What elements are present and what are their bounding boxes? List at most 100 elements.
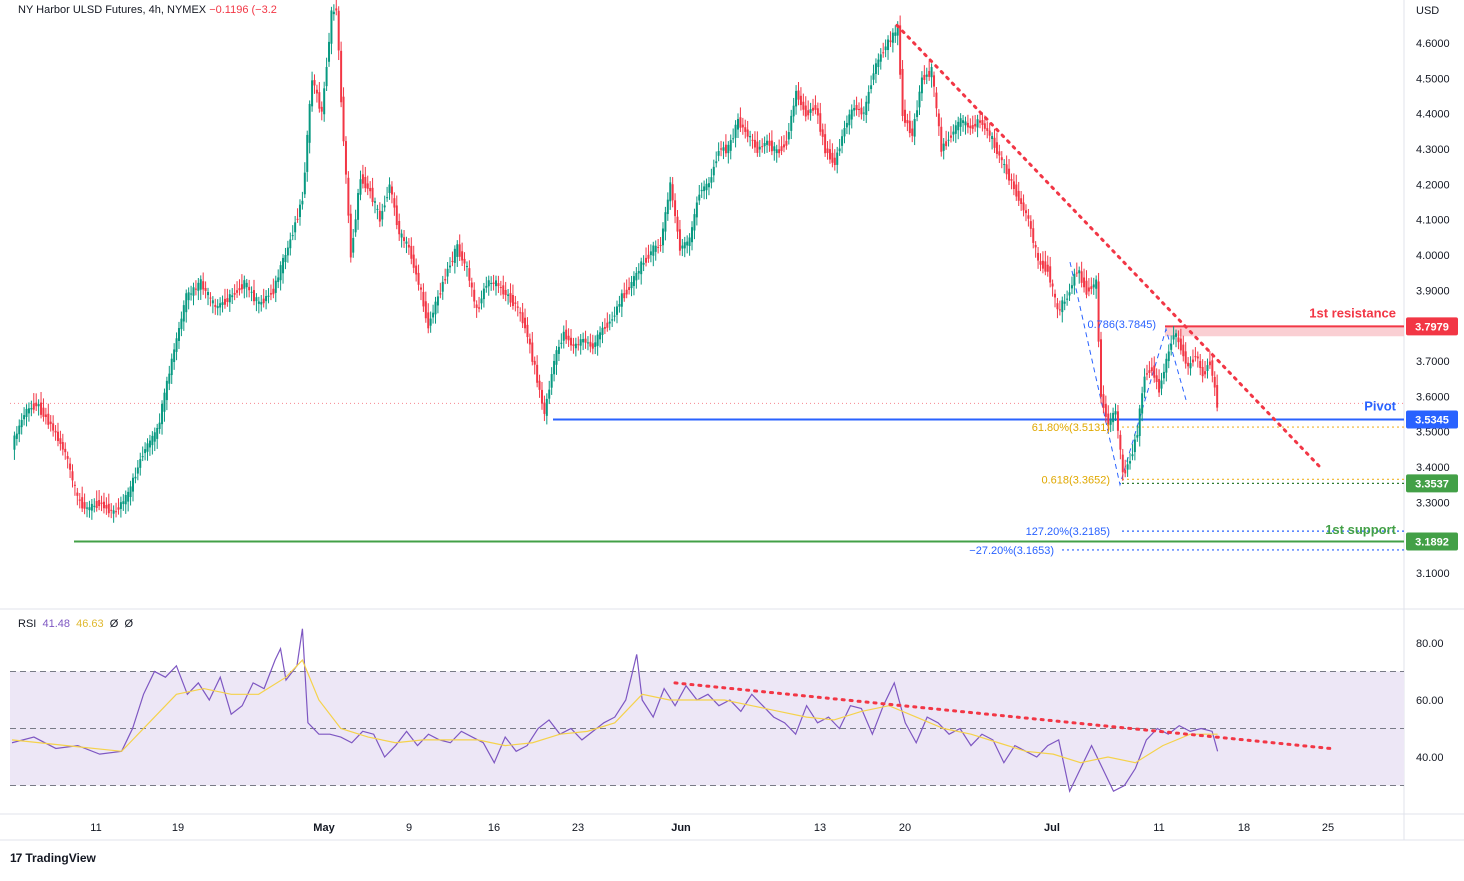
candle-body bbox=[412, 254, 415, 268]
candle-body bbox=[54, 430, 57, 433]
candle-body bbox=[732, 138, 735, 140]
candle-body bbox=[870, 85, 873, 90]
candle-body bbox=[393, 198, 396, 208]
candle-body bbox=[25, 408, 28, 417]
candle-body bbox=[628, 287, 631, 290]
tradingview-mark-icon: 17 bbox=[10, 851, 22, 865]
candle-body bbox=[371, 187, 374, 203]
interval[interactable]: 4h bbox=[149, 4, 161, 16]
candle-body bbox=[676, 216, 679, 232]
candle-body bbox=[294, 222, 297, 233]
candle-body bbox=[1216, 385, 1219, 408]
candle-body bbox=[756, 141, 759, 153]
candle-body bbox=[1020, 198, 1023, 204]
candle-body bbox=[739, 117, 742, 128]
candle-body bbox=[1066, 298, 1069, 300]
candle-body bbox=[1012, 181, 1015, 190]
candle-body bbox=[173, 349, 176, 362]
candle-body bbox=[589, 341, 592, 347]
rsi-label[interactable]: RSI bbox=[18, 618, 36, 630]
candle-body bbox=[490, 282, 493, 284]
candle-body bbox=[758, 146, 761, 150]
price-tick-label: 4.2000 bbox=[1416, 179, 1450, 191]
candle-body bbox=[1005, 164, 1008, 175]
rsi-empty-2: Ø bbox=[124, 618, 134, 630]
candle-body bbox=[1090, 286, 1093, 290]
chart-canvas[interactable]: USD 4.6000 4.5000 4.4000 4.3000 4.2000 4.1000 4… bbox=[0, 0, 1464, 876]
candle-body bbox=[1104, 404, 1107, 417]
candle-body bbox=[1022, 202, 1025, 211]
chart-svg[interactable]: USD 4.6000 4.5000 4.4000 4.3000 4.2000 4.1000 4… bbox=[0, 0, 1464, 876]
candle-body bbox=[441, 281, 444, 292]
candle-body bbox=[826, 148, 829, 154]
candle-body bbox=[161, 403, 164, 425]
candle-body bbox=[1189, 363, 1192, 369]
candle-body bbox=[415, 265, 418, 275]
candle-body bbox=[550, 374, 553, 388]
candle-body bbox=[197, 282, 200, 291]
candle-body bbox=[61, 442, 64, 450]
candle-body bbox=[44, 414, 47, 418]
candle-body bbox=[526, 324, 529, 338]
candle-body bbox=[134, 476, 137, 479]
candle-body bbox=[993, 137, 996, 148]
candle-body bbox=[190, 293, 193, 295]
chart-header: NY Harbor ULSD Futures, 4h, NYMEX −0.119… bbox=[18, 4, 277, 16]
candle-body bbox=[136, 467, 139, 474]
candle-body bbox=[1083, 277, 1086, 288]
candle-body bbox=[468, 268, 471, 281]
candle-body bbox=[1000, 157, 1003, 161]
candle-body bbox=[891, 32, 894, 43]
candle-body bbox=[446, 268, 449, 277]
candle-body bbox=[824, 134, 827, 154]
candle-body bbox=[795, 90, 798, 107]
candle-body bbox=[1010, 179, 1013, 181]
candle-body bbox=[749, 135, 752, 138]
candle-body bbox=[1054, 293, 1057, 298]
candle-body bbox=[219, 303, 222, 308]
candle-body bbox=[465, 265, 468, 268]
candle-body bbox=[1153, 365, 1156, 378]
candle-body bbox=[66, 456, 69, 459]
candle-body bbox=[76, 492, 79, 496]
candle-body bbox=[838, 148, 841, 152]
candle-body bbox=[141, 456, 144, 458]
candle-body bbox=[707, 183, 710, 188]
candle-body bbox=[773, 146, 776, 151]
candle-body bbox=[1160, 380, 1163, 389]
candle-body bbox=[1191, 359, 1194, 363]
candle-body bbox=[1131, 454, 1134, 457]
candle-body bbox=[1073, 273, 1076, 286]
candle-body bbox=[175, 338, 178, 352]
candle-body bbox=[516, 306, 519, 308]
candle-body bbox=[1213, 376, 1216, 388]
candle-body bbox=[613, 315, 616, 317]
candle-body bbox=[642, 262, 645, 265]
candle-body bbox=[630, 281, 633, 289]
candle-body bbox=[647, 254, 650, 259]
rsi-empty-1: Ø bbox=[109, 618, 119, 630]
candle-body bbox=[785, 140, 788, 146]
candle-body bbox=[865, 101, 868, 115]
candle-body bbox=[603, 327, 606, 329]
candle-body bbox=[1037, 252, 1040, 261]
candle-body bbox=[616, 306, 618, 315]
candle-body bbox=[71, 471, 74, 481]
candle-body bbox=[920, 77, 923, 94]
candle-body bbox=[269, 293, 272, 295]
candle-body bbox=[928, 70, 931, 77]
fib-618-pct-label: 61.80%(3.5131) bbox=[1032, 422, 1110, 434]
candle-body bbox=[209, 297, 212, 299]
candle-body bbox=[272, 288, 275, 295]
symbol-name[interactable]: NY Harbor ULSD Futures bbox=[18, 4, 143, 16]
candle-body bbox=[521, 312, 524, 324]
candle-body bbox=[1092, 284, 1095, 288]
candle-body bbox=[233, 292, 236, 295]
candle-body bbox=[988, 130, 991, 136]
candle-body bbox=[1070, 285, 1073, 289]
tradingview-logo[interactable]: 17 TradingView bbox=[10, 851, 96, 865]
candle-body bbox=[874, 63, 877, 74]
candle-body bbox=[850, 109, 853, 120]
candle-body bbox=[594, 342, 597, 347]
candle-body bbox=[456, 244, 459, 257]
